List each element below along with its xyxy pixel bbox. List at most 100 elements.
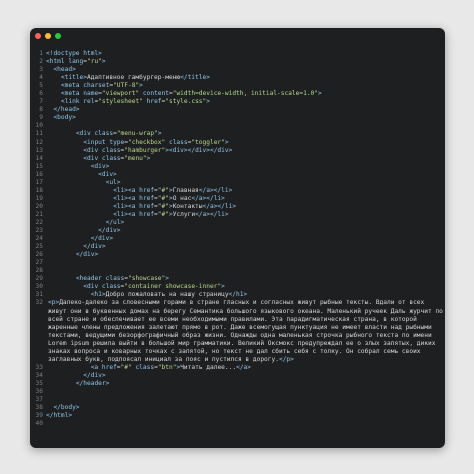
code-line: 27 — [30, 259, 445, 267]
line-number: 21 — [35, 210, 43, 218]
code-token: href — [146, 98, 162, 106]
code-token: <div — [83, 283, 102, 291]
maximize-button[interactable] — [55, 33, 61, 39]
code-token: "menu-wrap" — [116, 130, 158, 138]
code-text: <p>Далеко-далеко за словесными горами в … — [46, 299, 443, 363]
line-number: 6 — [39, 90, 43, 98]
code-token: <head> — [53, 66, 76, 74]
code-token: > — [206, 98, 210, 106]
code-token: <div> — [90, 162, 110, 170]
code-token: </body> — [53, 404, 80, 412]
code-line: 39 </html> — [30, 412, 445, 420]
code-text: </head> — [46, 106, 79, 114]
line-number: 8 — [39, 106, 43, 114]
code-line: 29 <header class="showcase"> — [30, 275, 445, 283]
code-token: "btn" — [157, 363, 177, 371]
code-token: "hamburger" — [124, 146, 166, 154]
line-number: 33 — [35, 363, 43, 371]
code-token: <html — [46, 58, 69, 66]
line-number: 36 — [35, 387, 43, 395]
code-token: href — [139, 202, 155, 210]
line-number: 7 — [39, 98, 43, 106]
code-token: <meta — [60, 90, 84, 98]
code-token: </div> — [90, 235, 114, 243]
code-editor[interactable]: 1 <!doctype html> 2 <html lang="ru"> 3 <head… — [30, 50, 445, 428]
code-token: class — [101, 154, 121, 162]
code-line: 10 — [30, 122, 445, 130]
line-number: 15 — [35, 162, 43, 170]
code-token: Контакты — [172, 202, 203, 210]
code-token: > — [221, 283, 225, 291]
code-token: Далеко-далеко за словесными горами в стр… — [48, 299, 443, 363]
code-token: "toggler" — [191, 138, 225, 146]
code-window: 1 <!doctype html> 2 <html lang="ru"> 3 <head… — [30, 28, 445, 448]
line-number: 3 — [39, 66, 43, 74]
code-token: "checkbox" — [127, 138, 166, 146]
code-token: class — [101, 283, 121, 291]
code-token: <body> — [53, 114, 76, 122]
window-titlebar — [30, 28, 445, 44]
code-text: </header> — [46, 380, 110, 388]
code-line: 11 <div class="menu-wrap"> — [30, 130, 445, 138]
code-token: href — [139, 186, 155, 194]
line-number: 17 — [35, 178, 43, 186]
code-line: 25 </div> — [30, 243, 445, 251]
code-text: <head> — [46, 66, 76, 74]
close-button[interactable] — [35, 33, 41, 39]
line-number: 28 — [35, 267, 43, 275]
code-token: <li><a — [113, 202, 140, 210]
code-token: <title> — [60, 74, 87, 82]
code-token: > — [139, 82, 143, 90]
code-token: "#" — [157, 186, 169, 194]
code-token: <meta — [60, 82, 84, 90]
code-token: > — [146, 154, 151, 162]
code-token: <!doctype html> — [46, 50, 102, 57]
code-text: </div> — [46, 227, 120, 235]
line-number: 22 — [35, 218, 43, 226]
line-number: 25 — [35, 243, 43, 251]
code-text: <li><a href="#">Услуги</a></li> — [46, 211, 229, 219]
code-line: 14 <div class="menu"> — [30, 155, 445, 163]
code-token: class — [168, 138, 188, 146]
code-text: <link rel="stylesheet" href="style.css"> — [46, 98, 210, 106]
line-number: 29 — [35, 275, 43, 283]
code-text: </div> — [46, 235, 113, 243]
line-number: 1 — [39, 50, 43, 57]
code-token: </div> — [83, 243, 106, 251]
code-token: "container showcase-inner" — [124, 283, 222, 291]
code-token: <li><a — [113, 210, 140, 218]
line-number: 18 — [35, 186, 43, 194]
code-token: "#" — [120, 363, 132, 371]
code-token: <div — [83, 146, 102, 154]
code-token: "#" — [157, 194, 169, 202]
code-token: <p> — [48, 299, 60, 307]
code-token: "UTF-8" — [113, 82, 140, 90]
code-line: 22 </ul> — [30, 219, 445, 227]
code-token: name — [83, 90, 99, 98]
code-line: 9 <body> — [30, 114, 445, 122]
code-token: </a></li> — [191, 194, 225, 202]
code-text: </div> — [46, 243, 106, 251]
minimize-button[interactable] — [45, 33, 51, 39]
line-number: 39 — [35, 412, 43, 420]
line-number: 13 — [35, 146, 43, 154]
code-text: </ul> — [46, 219, 125, 227]
code-text: </body> — [46, 404, 80, 412]
line-number: 9 — [39, 114, 43, 122]
code-line: 8 </head> — [30, 106, 445, 114]
code-token: Добро пожаловать на нашу страницу — [105, 291, 229, 299]
